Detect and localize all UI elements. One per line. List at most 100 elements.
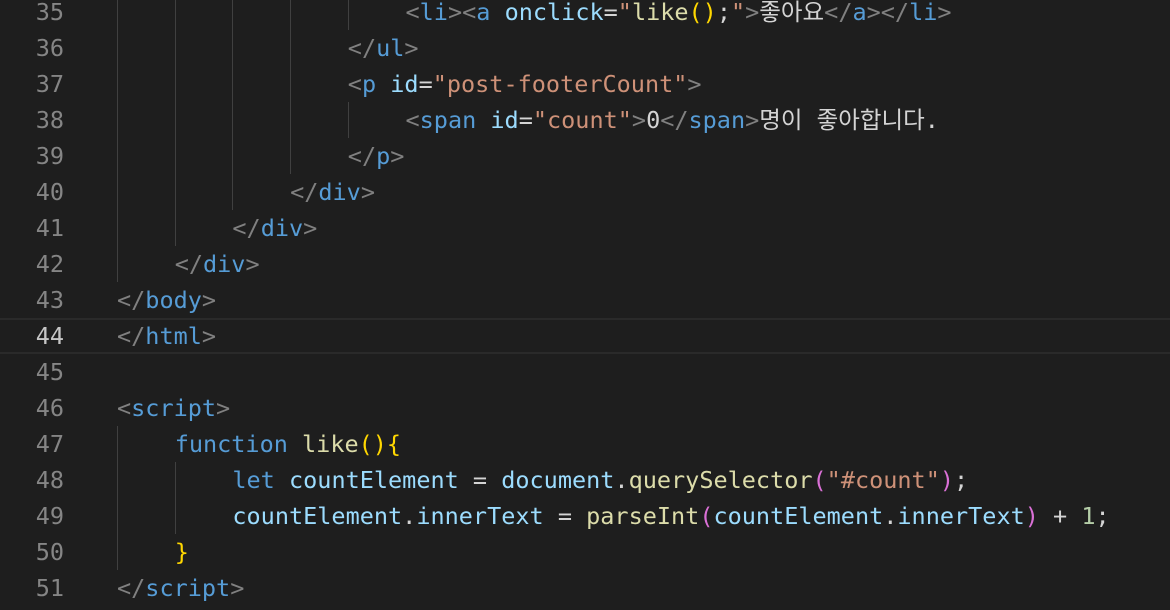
- code-token: (){: [358, 430, 402, 458]
- code-token: </: [174, 250, 203, 278]
- code-token: .: [614, 466, 629, 494]
- code-line[interactable]: 51 </script>: [0, 570, 1170, 606]
- code-token: <: [347, 70, 362, 98]
- code-token: p: [376, 142, 391, 170]
- code-token: span: [688, 106, 746, 134]
- line-number: 49: [35, 502, 64, 530]
- code-line[interactable]: 45: [0, 354, 1170, 390]
- code-editor[interactable]: 35 <li><a onclick="like();">좋아요</a></li> 3…: [0, 0, 1170, 610]
- code-line[interactable]: 41 </div>: [0, 210, 1170, 246]
- code-token: a: [852, 0, 867, 26]
- code-token: div: [318, 178, 361, 206]
- code-line[interactable]: 46 <script>: [0, 390, 1170, 426]
- code-token: </: [347, 34, 377, 62]
- code-token: </: [117, 286, 146, 314]
- line-number: 35: [35, 0, 64, 26]
- code-token: 명이 좋아합니다.: [759, 106, 939, 134]
- code-token: >: [447, 0, 463, 26]
- code-token: countElement: [289, 466, 459, 494]
- code-line[interactable]: 48 let countElement = document.querySelec…: [0, 462, 1170, 498]
- line-number: 41: [35, 214, 64, 242]
- code-token: let: [232, 466, 275, 494]
- code-token: (): [688, 0, 717, 26]
- code-token: ;: [716, 0, 731, 26]
- code-token: </: [880, 0, 910, 26]
- code-token: =: [458, 466, 502, 494]
- code-token: "post-footerCount": [432, 70, 688, 98]
- line-number: 43: [35, 286, 64, 314]
- code-line[interactable]: 36 </ul>: [0, 30, 1170, 66]
- line-number: 44: [35, 322, 64, 350]
- code-token: </: [232, 214, 261, 242]
- code-token: .: [883, 502, 898, 530]
- code-token: >: [230, 574, 245, 602]
- code-text: function like(){: [175, 426, 401, 462]
- code-token: </: [660, 106, 689, 134]
- code-line[interactable]: 44 </html>: [0, 318, 1170, 354]
- code-token: ": [730, 0, 746, 26]
- code-token: +: [1038, 502, 1082, 530]
- line-number: 36: [35, 34, 64, 62]
- code-line[interactable]: 35 <li><a onclick="like();">좋아요</a></li>: [0, 0, 1170, 30]
- code-token: p: [361, 70, 377, 98]
- code-token: id: [390, 70, 419, 98]
- code-token: >: [866, 0, 881, 26]
- code-line[interactable]: 43 </body>: [0, 282, 1170, 318]
- code-line[interactable]: 39 </p>: [0, 138, 1170, 174]
- code-line[interactable]: 37 <p id="post-footerCount">: [0, 66, 1170, 102]
- code-line[interactable]: 38 <span id="count">0</span>명이 좋아합니다.: [0, 102, 1170, 138]
- code-text: }: [175, 534, 189, 570]
- code-text: </div>: [175, 246, 260, 282]
- code-token: =: [603, 0, 618, 26]
- code-token: <: [117, 394, 132, 422]
- code-text: </div>: [232, 210, 317, 246]
- code-token: }: [174, 538, 189, 566]
- line-number: 40: [35, 178, 64, 206]
- line-number: 46: [35, 394, 64, 422]
- line-number: 48: [35, 466, 64, 494]
- code-token: li: [909, 0, 938, 26]
- code-token: </: [824, 0, 853, 26]
- code-token: ": [617, 0, 632, 26]
- code-token: ;: [1095, 502, 1110, 530]
- code-token: >: [216, 394, 231, 422]
- code-token: </: [117, 322, 146, 350]
- code-text: </script>: [117, 570, 244, 606]
- code-line[interactable]: 42 </div>: [0, 246, 1170, 282]
- code-token: a: [476, 0, 491, 26]
- code-text: </body>: [117, 282, 216, 318]
- code-token: onclick: [504, 0, 604, 26]
- code-token: >: [745, 106, 760, 134]
- code-token: "#count": [826, 466, 940, 494]
- code-token: </: [347, 142, 377, 170]
- code-token: ): [1024, 502, 1039, 530]
- code-token: script: [131, 394, 217, 422]
- code-line[interactable]: 50}: [0, 534, 1170, 570]
- code-token: >: [745, 0, 760, 26]
- code-token: 0: [646, 106, 661, 134]
- code-token: >: [631, 106, 647, 134]
- code-token: 1: [1081, 502, 1096, 530]
- code-token: innerText: [897, 502, 1025, 530]
- code-token: countElement: [232, 502, 403, 530]
- code-token: ): [939, 466, 955, 494]
- code-text: <script>: [117, 390, 230, 426]
- line-number: 51: [35, 574, 64, 602]
- code-line[interactable]: 47 function like(){: [0, 426, 1170, 462]
- code-token: =: [418, 70, 433, 98]
- code-token: function: [174, 430, 288, 458]
- code-token: >: [390, 142, 405, 170]
- code-token: <: [462, 0, 477, 26]
- code-line[interactable]: 49 countElement.innerText = parseInt(coun…: [0, 498, 1170, 534]
- code-line[interactable]: 40 </div>: [0, 174, 1170, 210]
- code-text: <p id="post-footerCount">: [348, 66, 702, 102]
- code-token: >: [360, 178, 375, 206]
- line-number: 47: [35, 430, 64, 458]
- code-text: <li><a onclick="like();">좋아요</a></li>: [406, 0, 952, 30]
- code-token: div: [260, 214, 304, 242]
- line-number: 37: [35, 70, 64, 98]
- line-number: 42: [35, 250, 64, 278]
